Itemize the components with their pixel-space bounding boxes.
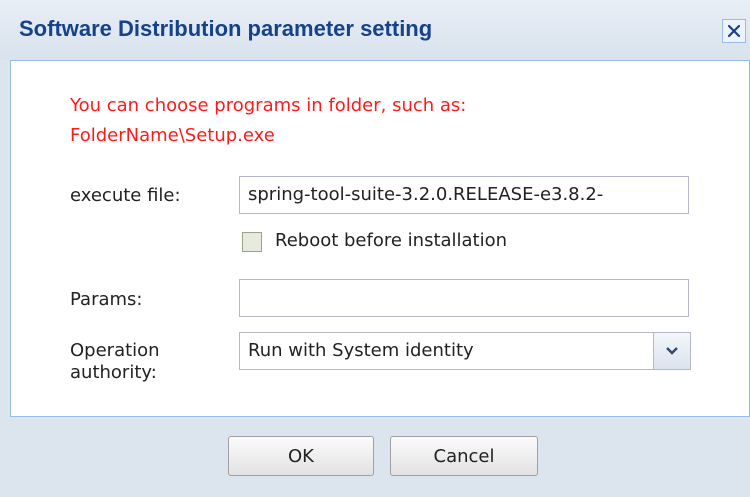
hint-text: You can choose programs in folder, such … [70, 91, 466, 151]
reboot-checkbox[interactable] [242, 232, 262, 252]
operation-label-line-1: Operation [70, 340, 160, 361]
ok-button[interactable]: OK [228, 436, 374, 476]
execute-file-input[interactable]: spring-tool-suite-3.2.0.RELEASE-e3.8.2- [239, 176, 689, 214]
params-label: Params: [70, 289, 143, 310]
dialog-title: Software Distribution parameter setting [19, 16, 433, 41]
execute-file-label: execute file: [70, 185, 181, 206]
params-input[interactable] [239, 279, 689, 317]
operation-authority-value: Run with System identity [248, 340, 474, 361]
close-icon [727, 24, 741, 38]
hint-line-2: FolderName\Setup.exe [70, 125, 275, 146]
operation-label-line-2: authority: [70, 362, 157, 383]
software-distribution-dialog: Software Distribution parameter setting … [0, 0, 750, 497]
hint-line-1: You can choose programs in folder, such … [70, 95, 467, 116]
operation-authority-label: Operation authority: [70, 340, 160, 384]
dialog-titlebar: Software Distribution parameter setting [0, 0, 750, 60]
operation-authority-select[interactable]: Run with System identity [239, 332, 691, 370]
dropdown-trigger[interactable] [653, 333, 690, 369]
chevron-down-icon [666, 347, 678, 355]
form-panel: You can choose programs in folder, such … [10, 60, 750, 417]
reboot-label: Reboot before installation [275, 230, 508, 251]
close-button[interactable] [722, 19, 746, 43]
cancel-button[interactable]: Cancel [390, 436, 538, 476]
